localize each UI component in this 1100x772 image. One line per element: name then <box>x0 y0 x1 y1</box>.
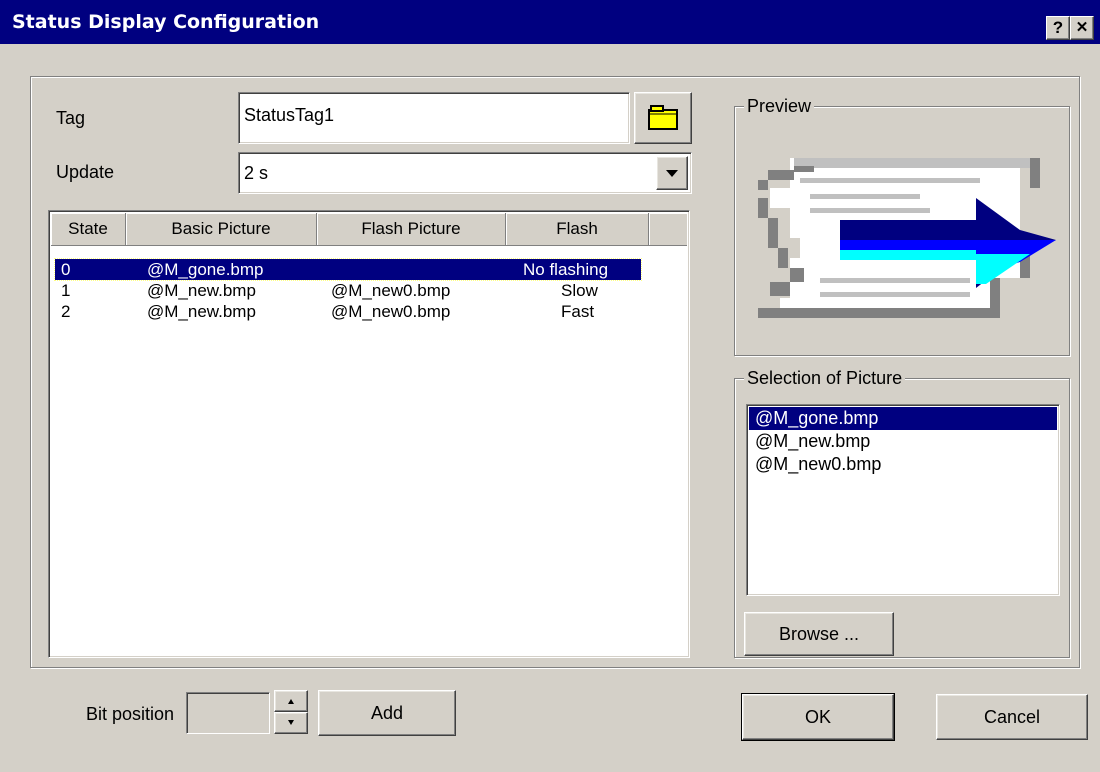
list-item[interactable]: @M_gone.bmp <box>749 407 1057 430</box>
update-select[interactable]: 2 s <box>238 152 692 194</box>
tag-value: StatusTag1 <box>244 105 335 125</box>
cancel-button[interactable]: Cancel <box>936 694 1088 740</box>
cell-flash-picture: @M_new0.bmp <box>331 302 451 321</box>
picture-list[interactable]: @M_gone.bmp @M_new.bmp @M_new0.bmp <box>746 404 1060 596</box>
preview-image <box>758 158 1056 318</box>
preview-label: Preview <box>744 96 815 117</box>
cell-flash-picture: @M_new0.bmp <box>331 281 451 300</box>
update-label: Update <box>56 162 115 182</box>
close-icon[interactable]: ✕ <box>1070 16 1094 40</box>
chevron-down-icon <box>288 720 294 725</box>
column-header-flash[interactable]: Flash <box>506 213 649 246</box>
column-header-empty <box>649 213 687 246</box>
state-table[interactable]: State Basic Picture Flash Picture Flash … <box>48 210 690 658</box>
tag-browse-button[interactable] <box>634 92 692 144</box>
table-row[interactable]: 0 @M_gone.bmp No flashing <box>54 258 642 281</box>
update-dropdown-button[interactable] <box>656 156 688 190</box>
selection-label: Selection of Picture <box>744 368 906 389</box>
browse-button[interactable]: Browse ... <box>744 612 894 656</box>
bit-position-field[interactable] <box>186 692 270 734</box>
tag-label: Tag <box>56 108 86 128</box>
spin-down-button[interactable] <box>274 712 308 734</box>
chevron-up-icon <box>288 699 294 704</box>
table-row[interactable]: 1 @M_new.bmp @M_new0.bmp Slow <box>55 280 641 301</box>
title-bar: Status Display Configuration ? ✕ <box>0 0 1100 44</box>
column-header-flash-picture[interactable]: Flash Picture <box>317 213 506 246</box>
list-item[interactable]: @M_new.bmp <box>749 430 1057 453</box>
update-value: 2 s <box>244 163 269 183</box>
cell-state: 2 <box>61 302 71 321</box>
spin-up-button[interactable] <box>274 690 308 712</box>
cell-state: 1 <box>61 281 71 300</box>
add-button[interactable]: Add <box>318 690 456 736</box>
cell-flash: Fast <box>561 302 595 321</box>
cell-basic-picture: @M_new.bmp <box>147 302 256 321</box>
table-row[interactable]: 2 @M_new.bmp @M_new0.bmp Fast <box>55 301 641 322</box>
chevron-down-icon <box>666 170 678 177</box>
cell-basic-picture: @M_gone.bmp <box>147 260 264 279</box>
list-item[interactable]: @M_new0.bmp <box>749 453 1057 476</box>
cell-basic-picture: @M_new.bmp <box>147 281 256 300</box>
column-header-state[interactable]: State <box>51 213 126 246</box>
cell-flash: No flashing <box>523 260 609 279</box>
window-title: Status Display Configuration <box>12 11 320 33</box>
cell-state: 0 <box>61 260 71 279</box>
folder-icon <box>648 105 678 130</box>
column-header-basic-picture[interactable]: Basic Picture <box>126 213 317 246</box>
tag-field[interactable]: StatusTag1 <box>238 92 630 144</box>
ok-button[interactable]: OK <box>741 693 895 741</box>
bit-position-label: Bit position <box>86 704 175 724</box>
status-display-dialog: Status Display Configuration ? ✕ Tag Sta… <box>0 0 1100 772</box>
cell-flash: Slow <box>561 281 598 300</box>
help-icon[interactable]: ? <box>1046 16 1070 40</box>
